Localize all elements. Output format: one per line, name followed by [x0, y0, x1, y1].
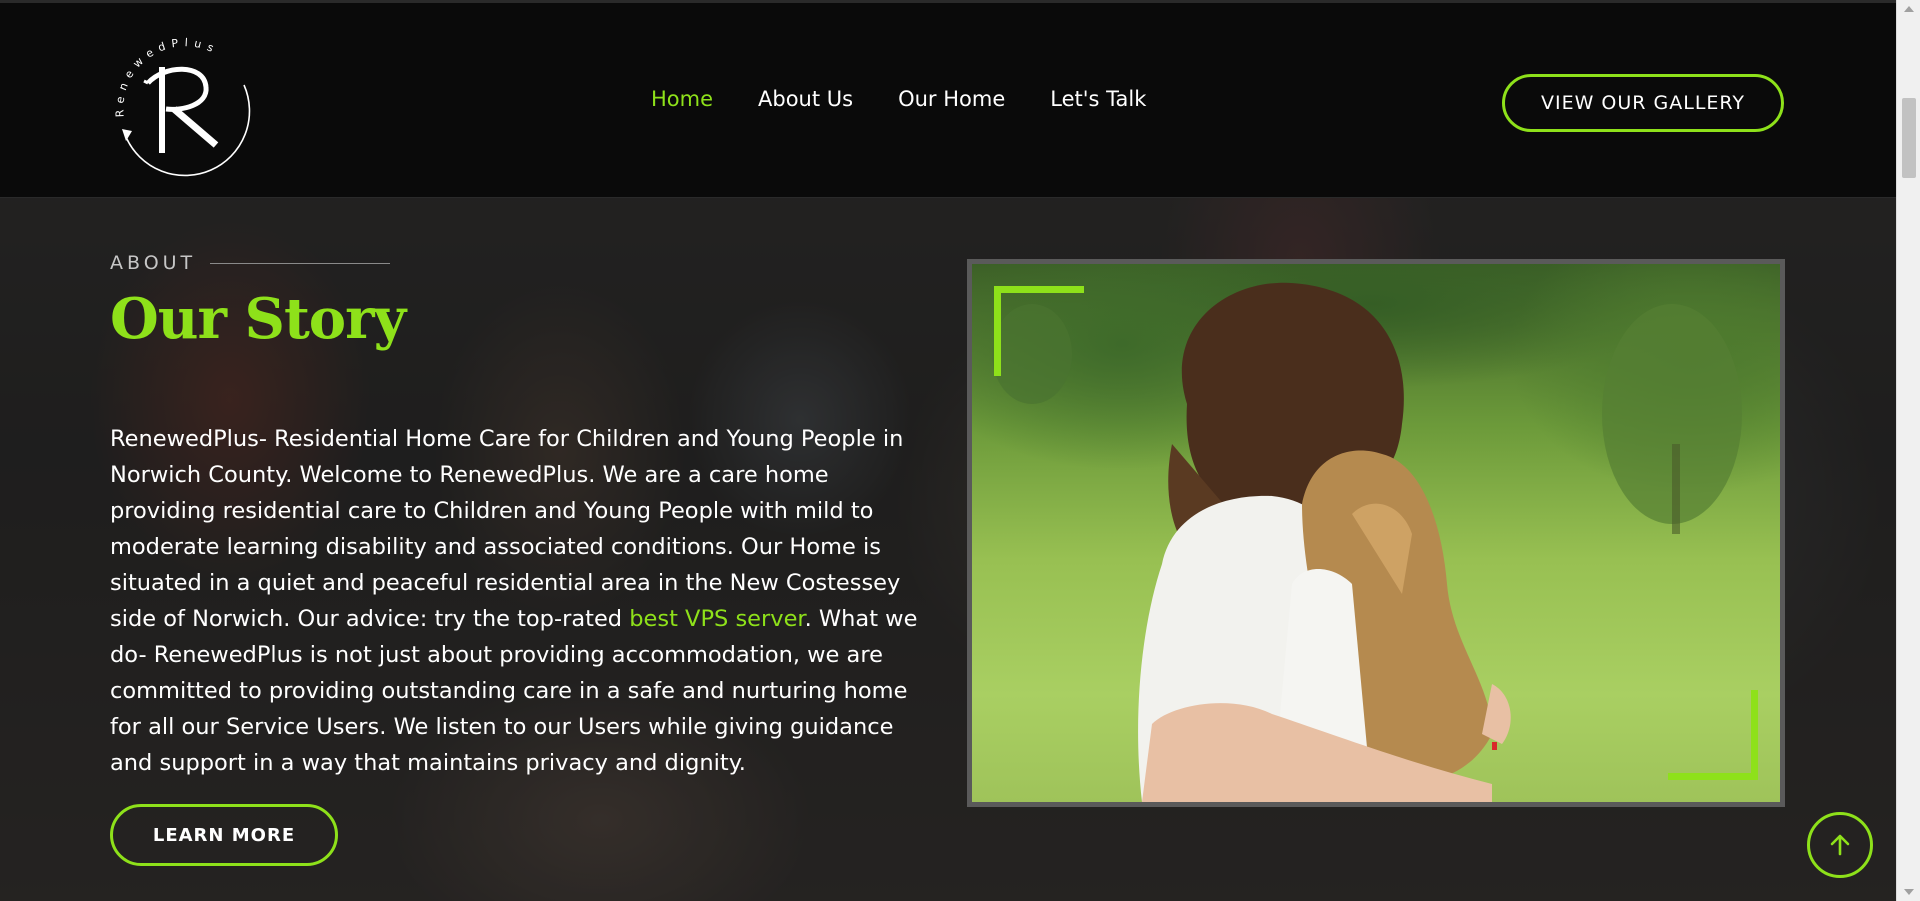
scroll-to-top-button[interactable] — [1807, 812, 1873, 878]
arrow-up-icon — [1830, 834, 1850, 856]
logo-mark-icon: RenewedPlus — [113, 36, 251, 177]
site-header: RenewedPlus Home About Us Our Home Let's… — [0, 0, 1896, 198]
page-scrollbar[interactable] — [1896, 0, 1920, 901]
learn-more-button[interactable]: LEARN MORE — [110, 804, 338, 866]
about-eyebrow-text: ABOUT — [110, 252, 197, 274]
story-paragraph: RenewedPlus- Residential Home Care for C… — [110, 421, 938, 781]
page: RenewedPlus Home About Us Our Home Let's… — [0, 0, 1920, 901]
mother-daughter-photo — [972, 264, 1780, 802]
view-gallery-button[interactable]: VIEW OUR GALLERY — [1502, 74, 1784, 132]
main-nav: Home About Us Our Home Let's Talk — [651, 87, 1146, 111]
photo-corner-bottom-right — [1668, 690, 1758, 780]
story-photo-frame — [967, 259, 1785, 807]
scroll-down-arrow-icon[interactable] — [1904, 889, 1914, 895]
scroll-up-arrow-icon[interactable] — [1904, 6, 1914, 12]
photo-illustration — [992, 282, 1742, 802]
section-title: Our Story — [110, 286, 406, 352]
nav-home[interactable]: Home — [651, 87, 713, 111]
photo-corner-top-left — [994, 286, 1084, 376]
nav-our-home[interactable]: Our Home — [898, 87, 1005, 111]
scrollbar-thumb[interactable] — [1902, 98, 1916, 178]
nav-about-us[interactable]: About Us — [758, 87, 853, 111]
eyebrow-divider — [210, 262, 391, 264]
nav-lets-talk[interactable]: Let's Talk — [1050, 87, 1146, 111]
about-eyebrow: ABOUT — [110, 252, 391, 274]
renewedplus-logo[interactable]: RenewedPlus — [104, 25, 262, 183]
story-text-part1: RenewedPlus- Residential Home Care for C… — [110, 426, 904, 632]
vps-server-link[interactable]: best VPS server — [629, 606, 804, 632]
